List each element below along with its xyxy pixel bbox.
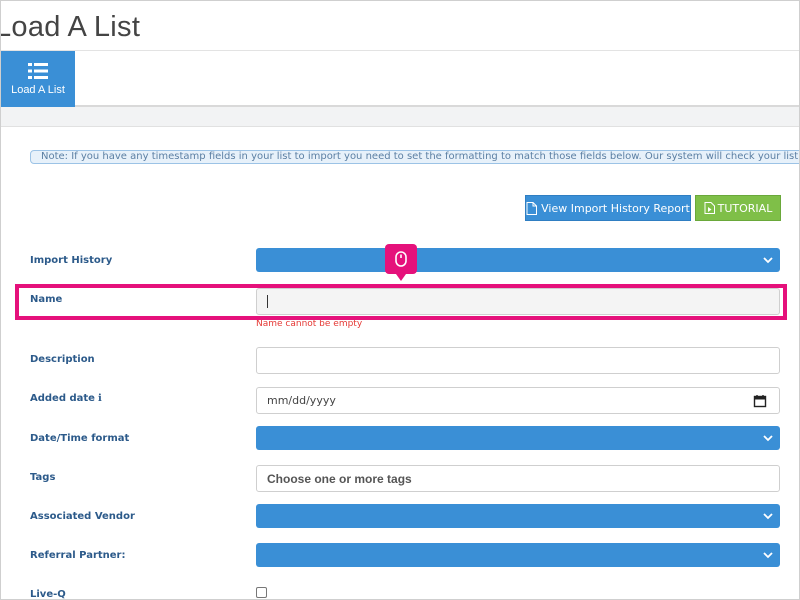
focus-highlight-box	[15, 284, 787, 320]
tags-placeholder: Choose one or more tags	[267, 471, 412, 486]
view-import-history-label: View Import History Report	[541, 201, 690, 215]
timestamp-note: Note: If you have any timestamp fields i…	[30, 150, 799, 164]
calendar-icon[interactable]	[753, 394, 767, 408]
added-date-placeholder: mm/dd/yyyy	[267, 394, 336, 407]
associated-vendor-label: Associated Vendor	[30, 511, 135, 522]
added-date-label-text: Added date	[30, 393, 95, 404]
chevron-down-icon	[763, 257, 773, 264]
tags-input[interactable]: Choose one or more tags	[256, 465, 780, 492]
tags-label: Tags	[30, 472, 56, 483]
view-import-history-button[interactable]: View Import History Report	[525, 195, 691, 221]
mouse-cursor-badge	[385, 244, 417, 281]
app-window: Load A List Load A List Note: If you hav…	[0, 0, 800, 600]
video-file-icon	[704, 202, 715, 214]
associated-vendor-select[interactable]	[256, 504, 780, 528]
import-history-label: Import History	[30, 255, 113, 266]
description-label: Description	[30, 354, 95, 365]
chevron-down-icon	[763, 435, 773, 442]
chevron-down-icon	[763, 513, 773, 520]
added-date-input[interactable]: mm/dd/yyyy	[256, 387, 780, 414]
referral-partner-select[interactable]	[256, 543, 780, 567]
tab-bar: Load A List	[1, 50, 799, 107]
page-title: Load A List	[0, 11, 141, 43]
tab-load-a-list[interactable]: Load A List	[1, 51, 75, 107]
datetime-format-label: Date/Time format	[30, 433, 130, 444]
datetime-format-select[interactable]	[256, 426, 780, 450]
name-error-message: Name cannot be empty	[256, 319, 363, 329]
section-header-band	[1, 107, 799, 127]
info-icon[interactable]: ℹ	[98, 393, 102, 404]
live-q-label: Live-Q	[30, 589, 66, 600]
added-date-label: Added date ℹ	[30, 393, 102, 404]
referral-partner-label: Referral Partner:	[30, 550, 126, 561]
mouse-icon	[395, 251, 407, 267]
tab-label: Load A List	[11, 84, 65, 96]
document-icon	[526, 201, 538, 215]
tutorial-label: TUTORIAL	[717, 201, 773, 215]
description-input[interactable]	[256, 347, 780, 374]
tutorial-button[interactable]: TUTORIAL	[695, 195, 781, 221]
import-history-select[interactable]	[256, 248, 780, 272]
list-icon	[28, 63, 48, 79]
chevron-down-icon	[763, 552, 773, 559]
live-q-checkbox[interactable]	[256, 587, 267, 598]
